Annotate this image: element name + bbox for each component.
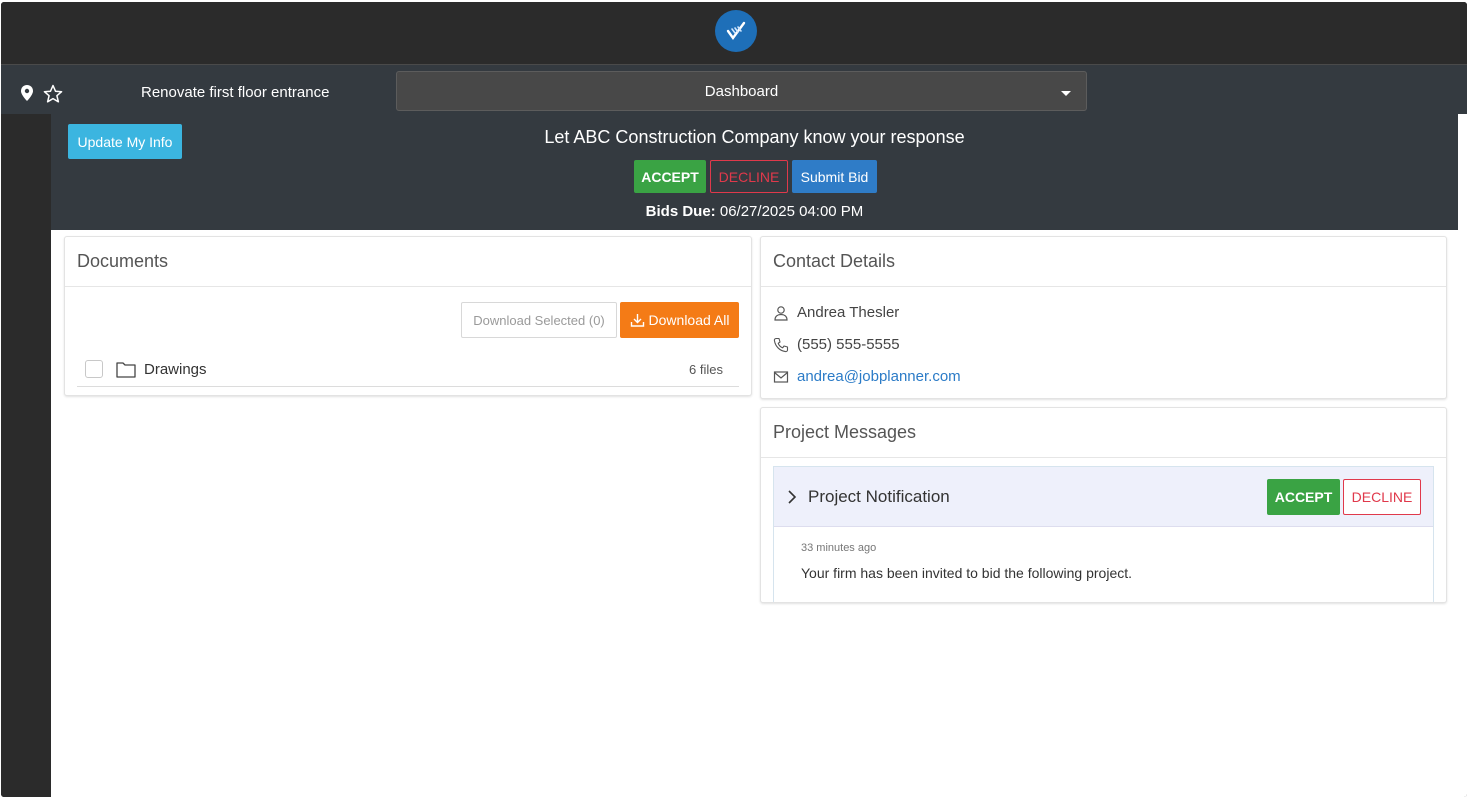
message-actions: ACCEPT DECLINE bbox=[1267, 479, 1421, 515]
project-messages-title: Project Messages bbox=[761, 408, 1446, 458]
contact-name: Andrea Thesler bbox=[797, 304, 900, 321]
folder-file-count: 6 files bbox=[689, 361, 723, 377]
decline-button[interactable]: DECLINE bbox=[710, 160, 788, 193]
contact-email-link[interactable]: andrea@jobplanner.com bbox=[797, 368, 961, 385]
documents-toolbar: Download Selected (0) Download All bbox=[461, 302, 739, 338]
folder-checkbox[interactable] bbox=[85, 360, 103, 378]
phone-icon bbox=[773, 337, 789, 352]
bids-due-label: Bids Due: bbox=[645, 203, 716, 220]
top-bar bbox=[1, 2, 1467, 64]
star-icon[interactable] bbox=[43, 84, 63, 104]
contact-phone-row: (555) 555-5555 bbox=[773, 336, 900, 353]
main-content: Update My Info Let ABC Construction Comp… bbox=[51, 114, 1467, 797]
message-timestamp: 33 minutes ago bbox=[801, 542, 877, 554]
message-body: Your firm has been invited to bid the fo… bbox=[801, 565, 1133, 581]
download-icon bbox=[630, 313, 644, 327]
response-banner: Update My Info Let ABC Construction Comp… bbox=[51, 114, 1458, 230]
envelope-icon bbox=[773, 370, 789, 383]
view-select-value: Dashboard bbox=[704, 83, 779, 100]
project-name: Renovate first floor entrance bbox=[141, 84, 330, 101]
contact-email-row: andrea@jobplanner.com bbox=[773, 368, 961, 385]
jobplanner-logo-icon[interactable] bbox=[715, 10, 757, 52]
message-title: Project Notification bbox=[808, 487, 950, 506]
submit-bid-button[interactable]: Submit Bid bbox=[792, 160, 877, 193]
view-select-dropdown[interactable]: Dashboard bbox=[396, 71, 1087, 111]
chevron-right-icon[interactable] bbox=[787, 489, 797, 505]
documents-title: Documents bbox=[65, 237, 751, 287]
bids-due: Bids Due: 06/27/2025 04:00 PM bbox=[51, 203, 1458, 220]
location-pin-icon[interactable] bbox=[20, 85, 34, 101]
contact-details-panel: Contact Details Andrea Thesler (555) 555… bbox=[760, 236, 1447, 399]
folder-row[interactable]: Drawings 6 files bbox=[77, 352, 739, 387]
folder-icon bbox=[116, 361, 136, 378]
download-selected-button[interactable]: Download Selected (0) bbox=[461, 302, 617, 338]
accept-button[interactable]: ACCEPT bbox=[634, 160, 706, 193]
bids-due-value: 06/27/2025 04:00 PM bbox=[719, 203, 864, 220]
folder-name[interactable]: Drawings bbox=[144, 361, 207, 378]
project-nav-bar: Renovate first floor entrance Dashboard bbox=[1, 64, 1467, 114]
contact-details-title: Contact Details bbox=[761, 237, 1446, 287]
response-actions: ACCEPT DECLINE Submit Bid bbox=[634, 160, 877, 193]
response-prompt: Let ABC Construction Company know your r… bbox=[544, 127, 965, 147]
message-accept-button[interactable]: ACCEPT bbox=[1267, 479, 1340, 515]
left-sidebar bbox=[1, 114, 51, 797]
contact-phone: (555) 555-5555 bbox=[797, 336, 900, 353]
message-header[interactable]: Project Notification ACCEPT DECLINE bbox=[774, 467, 1433, 527]
caret-down-icon bbox=[1061, 91, 1071, 96]
message-decline-button[interactable]: DECLINE bbox=[1343, 479, 1421, 515]
documents-panel: Documents Download Selected (0) Download… bbox=[64, 236, 752, 396]
message-card: Project Notification ACCEPT DECLINE 33 m… bbox=[773, 466, 1434, 602]
download-all-label: Download All bbox=[648, 312, 730, 328]
project-messages-panel: Project Messages Project Notification AC… bbox=[760, 407, 1447, 603]
app-window: Renovate first floor entrance Dashboard … bbox=[1, 2, 1467, 797]
contact-name-row: Andrea Thesler bbox=[773, 304, 899, 321]
user-icon bbox=[774, 305, 788, 321]
download-all-button[interactable]: Download All bbox=[620, 302, 739, 338]
